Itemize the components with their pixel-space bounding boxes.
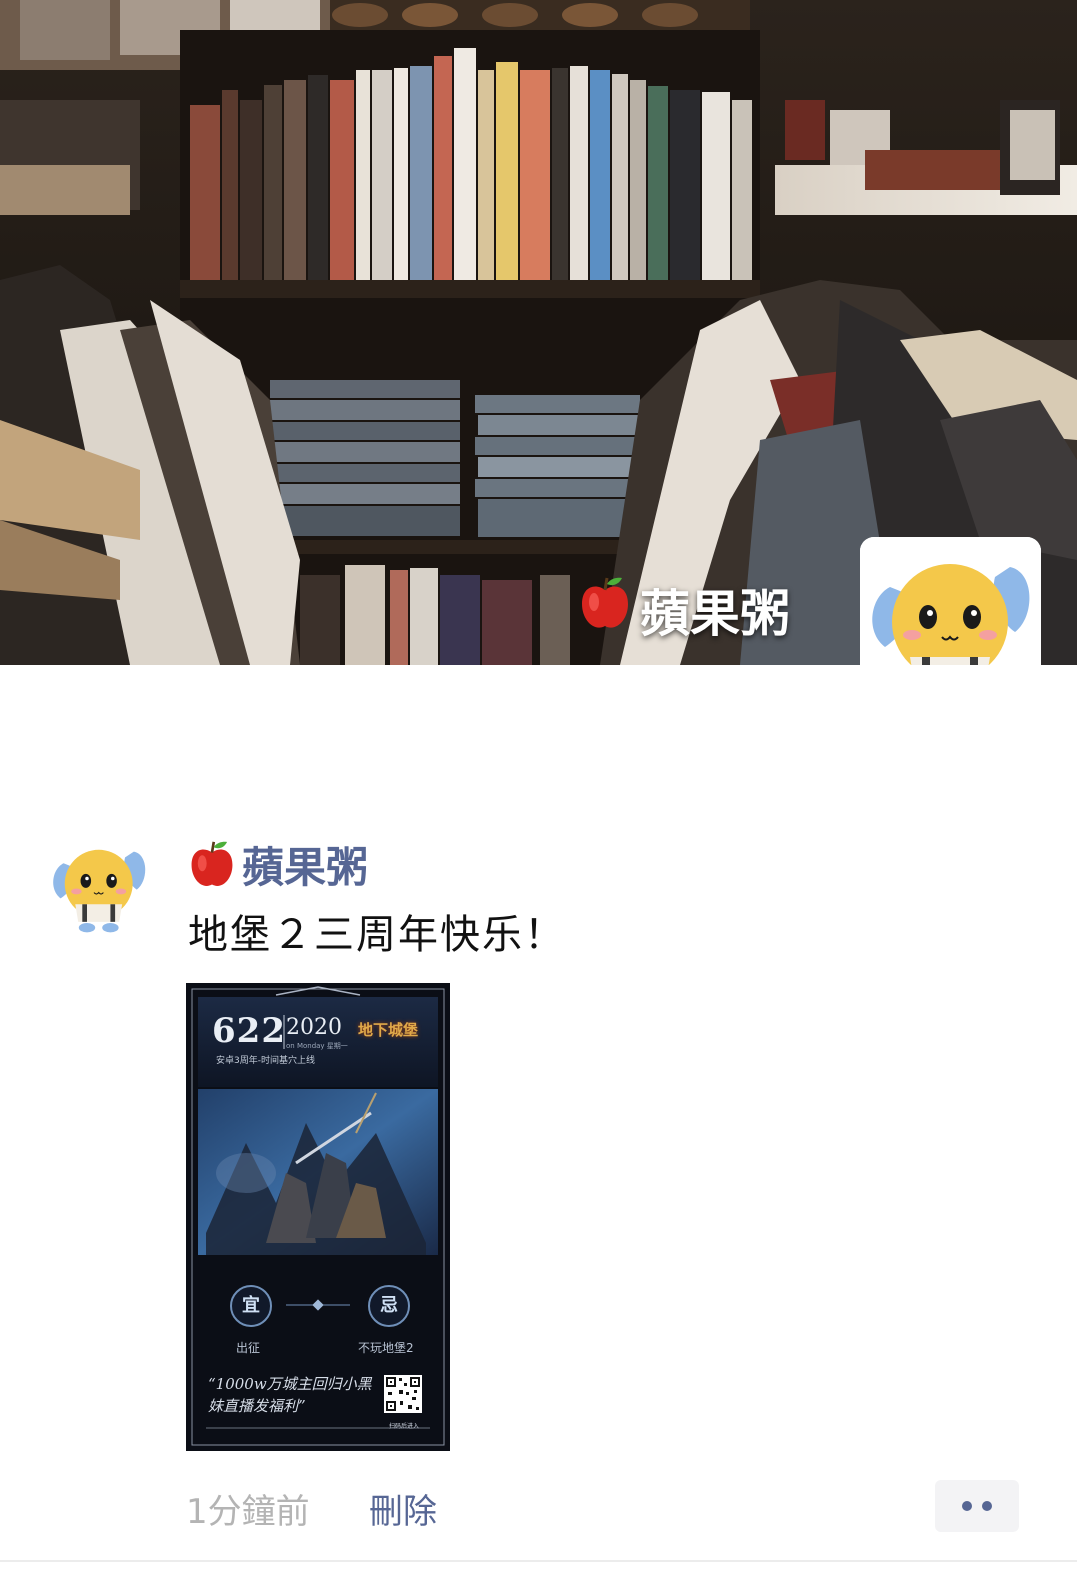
poster-bad-badge: 忌 [368, 1285, 410, 1327]
more-dot-icon [982, 1501, 992, 1511]
mascot-avatar-image [46, 834, 152, 940]
more-dot-icon [962, 1501, 972, 1511]
poster-weekday: on Monday 星期一 [286, 1042, 348, 1050]
more-actions-button[interactable] [935, 1480, 1019, 1532]
poster-year: 2020 [286, 1015, 342, 1040]
cover-photo[interactable]: 蘋果粥 [0, 0, 1077, 665]
post-author-name[interactable]: 蘋果粥 [188, 834, 368, 895]
poster-quote: “1000w万城主回归小黑妹直播发福利” [208, 1375, 372, 1415]
poster-good-item: 出征 [236, 1341, 261, 1355]
mascot-avatar-image [860, 537, 1041, 665]
post-image[interactable]: 622 2020 on Monday 星期一 地下城堡 安卓3周年-时间基穴上线… [186, 983, 450, 1451]
poster-bad-item: 不玩地堡2 [358, 1341, 414, 1355]
profile-avatar[interactable] [860, 537, 1041, 665]
poster-date: 622 [212, 1011, 286, 1051]
qr-caption: 扫码后进入 [389, 1423, 420, 1430]
game-logo: 地下城堡 [358, 1021, 419, 1039]
post-author-name-text: 蘋果粥 [242, 843, 369, 892]
divider [0, 1560, 1077, 1562]
poster-good-badge: 宜 [230, 1285, 272, 1327]
profile-name-text: 蘋果粥 [640, 585, 790, 643]
apple-icon [578, 577, 632, 640]
post-timestamp: 1分鐘前 [186, 1492, 310, 1532]
apple-icon [188, 838, 236, 892]
profile-name[interactable]: 蘋果粥 [578, 574, 790, 646]
delete-link[interactable]: 刪除 [369, 1484, 437, 1533]
post-author-avatar[interactable] [46, 834, 152, 940]
poster-subtitle: 安卓3周年-时间基穴上线 [216, 1056, 315, 1066]
post-text: 地堡２三周年快乐！ [188, 912, 566, 958]
qr-code-icon [384, 1375, 422, 1413]
